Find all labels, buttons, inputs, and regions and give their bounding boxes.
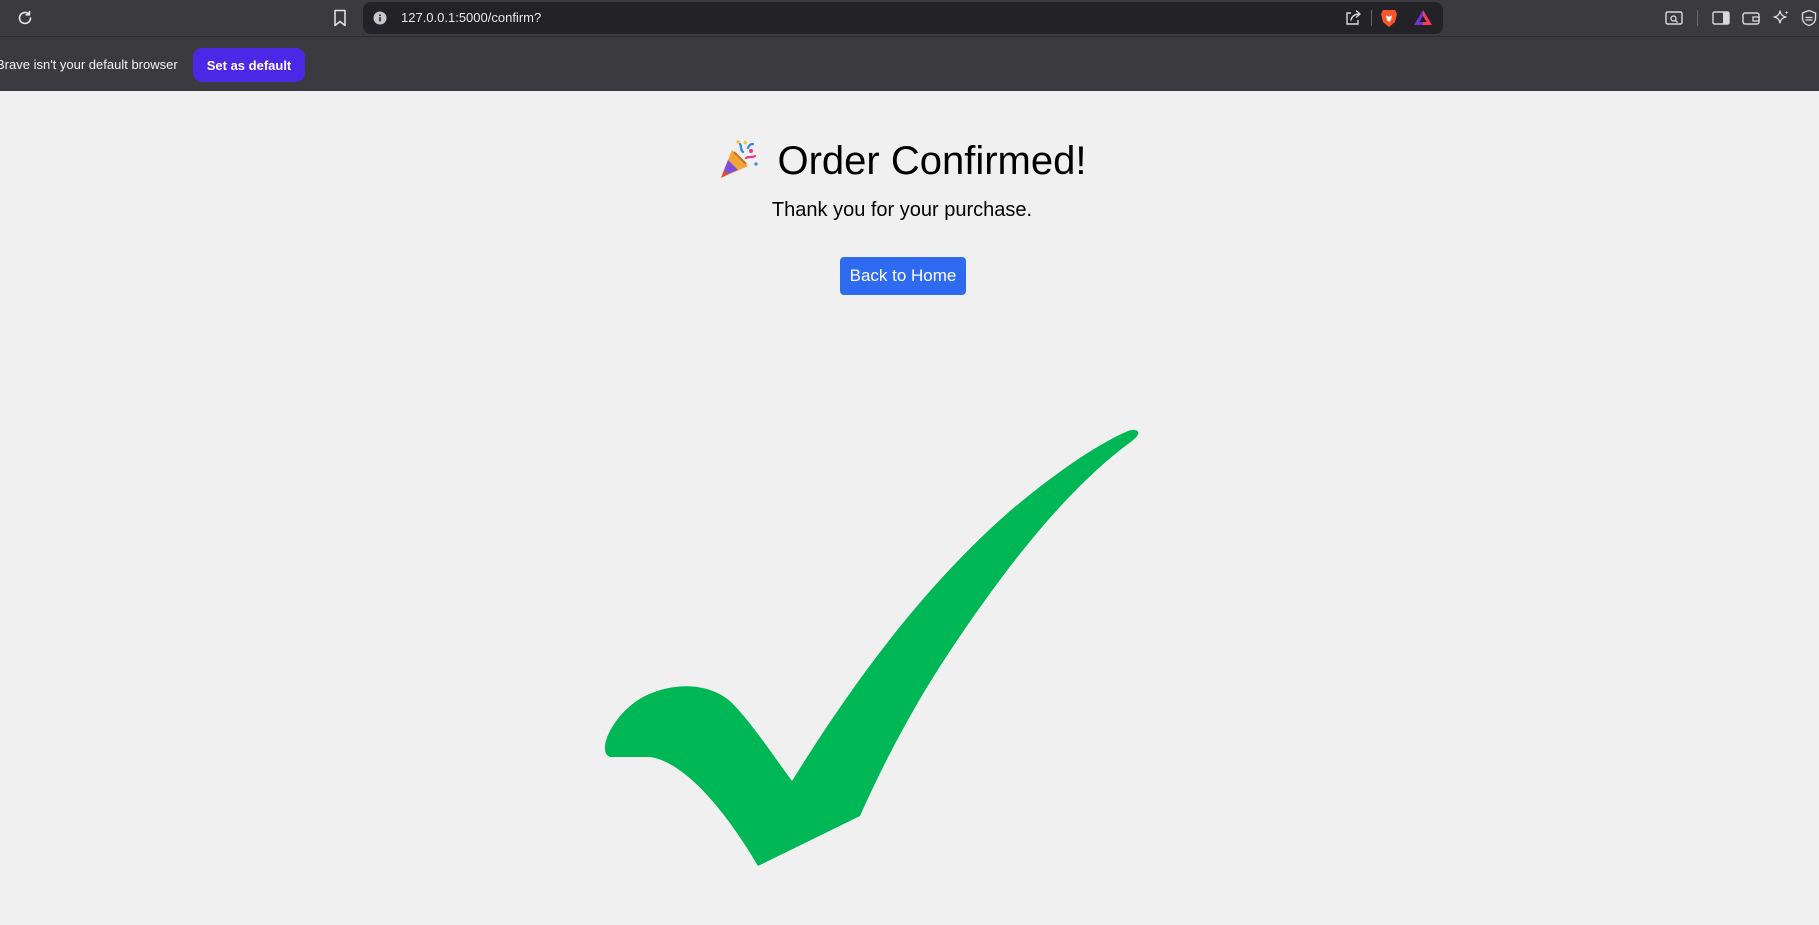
page-title: Order Confirmed! (777, 139, 1087, 183)
reload-icon[interactable] (14, 7, 36, 29)
sidebar-icon[interactable] (1710, 7, 1732, 29)
brave-shield-icon[interactable] (1379, 8, 1399, 28)
address-bar-divider (1371, 10, 1372, 26)
address-bar[interactable]: 127.0.0.1:5000/confirm? (363, 2, 1443, 34)
checkmark-icon (604, 429, 1139, 866)
vpn-icon[interactable] (1799, 7, 1819, 29)
bookmark-icon[interactable] (330, 7, 350, 29)
brave-rewards-icon[interactable] (1413, 9, 1433, 27)
page-heading: Order Confirmed! (0, 137, 1804, 185)
party-popper-icon (718, 138, 760, 180)
share-icon[interactable] (1344, 9, 1362, 27)
default-browser-infobar: Brave isn't your default browser Set as … (0, 36, 1819, 91)
url-text[interactable]: 127.0.0.1:5000/confirm? (401, 2, 541, 34)
set-as-default-button[interactable]: Set as default (193, 48, 305, 82)
back-to-home-button[interactable]: Back to Home (840, 257, 966, 295)
toolbar-divider (1697, 10, 1698, 26)
page-content: Order Confirmed! Thank you for your purc… (0, 91, 1819, 925)
infobar-message: Brave isn't your default browser (0, 57, 178, 72)
tab-search-icon[interactable] (1663, 7, 1685, 29)
leo-ai-icon[interactable] (1770, 7, 1792, 29)
site-info-icon[interactable] (373, 11, 387, 25)
page-subtitle: Thank you for your purchase. (771, 199, 1033, 221)
browser-toolbar: 127.0.0.1:5000/confirm? (0, 0, 1819, 36)
wallet-icon[interactable] (1740, 7, 1762, 29)
